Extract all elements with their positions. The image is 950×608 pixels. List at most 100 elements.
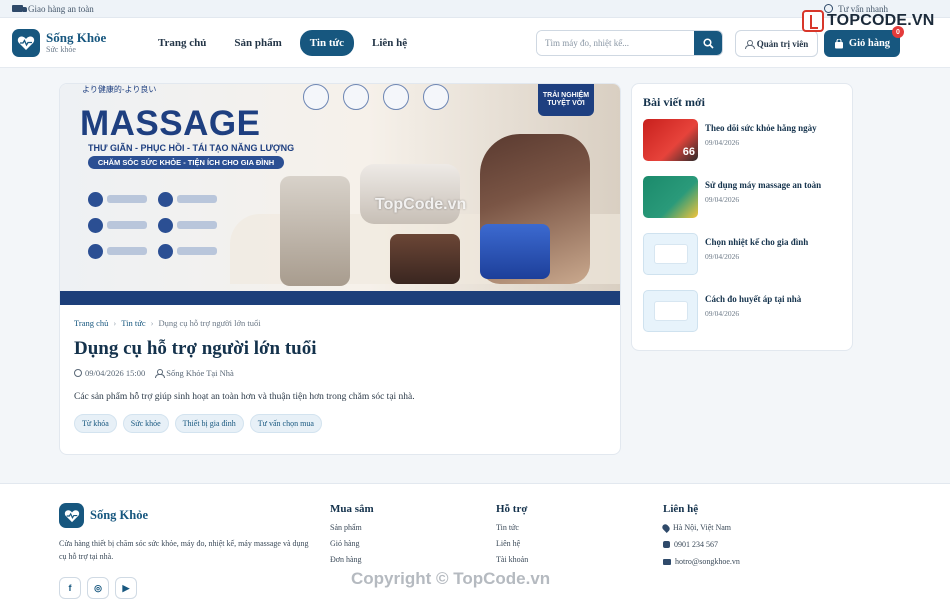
tag-item[interactable]: Thiết bị gia đình xyxy=(174,414,244,433)
mail-icon xyxy=(663,558,671,565)
tag-item[interactable]: Sức khỏe xyxy=(122,414,169,433)
post-title[interactable]: Sử dụng máy massage an toàn xyxy=(705,179,821,191)
user-icon xyxy=(744,39,755,49)
nav-home[interactable]: Trang chủ xyxy=(148,30,216,56)
author-icon xyxy=(155,369,166,378)
post-title[interactable]: Chọn nhiệt kế cho gia đình xyxy=(705,236,808,248)
footer-support-title: Hỗ trợ xyxy=(496,503,528,515)
copyright-watermark: Copyright © TopCode.vn xyxy=(351,569,551,588)
breadcrumb-home[interactable]: Trang chủ xyxy=(74,318,108,328)
hero-feature xyxy=(88,242,158,260)
tag-item[interactable]: Từ khóa xyxy=(74,414,117,433)
footer-link-news[interactable]: Tin tức xyxy=(496,523,528,532)
heart-pulse-icon xyxy=(12,28,40,57)
post-date: 09/04/2026 xyxy=(705,195,740,204)
social-links: f ◎ ▶ xyxy=(59,577,314,599)
hero-benefit-icon xyxy=(423,84,449,110)
admin-label: Quản trị viên xyxy=(756,38,809,49)
admin-button[interactable]: Quản trị viên xyxy=(735,30,818,57)
article-meta: 09/04/2026 15:00 Sống Khỏe Tại Nhà xyxy=(74,368,606,378)
hero-pill: CHĂM SÓC SỨC KHỎE - TIỆN ÍCH CHO GIA ĐÌN… xyxy=(88,156,284,169)
footer-link-cart[interactable]: Giỏ hàng xyxy=(330,539,374,548)
hero-bottom-band xyxy=(60,291,620,305)
tag-list: Từ khóa Sức khỏe Thiết bị gia đình Tư vấ… xyxy=(74,414,606,433)
heart-pulse-icon xyxy=(59,503,84,528)
cart-icon xyxy=(834,38,843,48)
post-date: 09/04/2026 xyxy=(705,138,740,147)
location-icon xyxy=(661,522,671,533)
search-input[interactable] xyxy=(537,31,694,55)
hero-foot-spa xyxy=(390,234,460,284)
article-card: より健康的-より良い MASSAGE THƯ GIÃN - PHỤC HỒI -… xyxy=(59,83,621,455)
footer-link-products[interactable]: Sản phẩm xyxy=(330,523,374,532)
facebook-icon[interactable]: f xyxy=(59,577,81,599)
footer-email[interactable]: hotro@songkhoe.vn xyxy=(675,557,740,566)
footer-support-column: Hỗ trợ Tin tức Liên hệ Tài khoản xyxy=(496,503,528,571)
article-hero-image: より健康的-より良い MASSAGE THƯ GIÃN - PHỤC HỒI -… xyxy=(60,84,620,305)
nav-news[interactable]: Tin tức xyxy=(299,29,354,56)
hero-benefit-icon xyxy=(383,84,409,110)
topcode-logo-text: TOPCODE.VN xyxy=(827,12,935,29)
post-title[interactable]: Theo dõi sức khỏe hằng ngày xyxy=(705,122,817,134)
recent-posts-sidebar: Bài viết mới 66 Theo dõi sức khỏe hằng n… xyxy=(631,83,853,351)
clock-icon xyxy=(74,369,82,377)
footer-shop-title: Mua sắm xyxy=(330,503,374,515)
site-footer: Sống Khỏe Cửa hàng thiết bị chăm sóc sức… xyxy=(0,483,950,608)
recent-post-item[interactable]: Chọn nhiệt kế cho gia đình 09/04/2026 xyxy=(643,233,841,276)
hero-badge: TRẢI NGHIỆM TUYỆT VỜI xyxy=(538,84,594,116)
post-title[interactable]: Cách đo huyết áp tại nhà xyxy=(705,293,801,305)
article-author: Sống Khỏe Tại Nhà xyxy=(166,368,234,378)
hero-feature xyxy=(158,216,228,234)
youtube-icon[interactable]: ▶ xyxy=(115,577,137,599)
post-thumbnail[interactable] xyxy=(643,290,698,332)
nav-products[interactable]: Sản phẩm xyxy=(224,30,291,56)
post-date: 09/04/2026 xyxy=(705,309,740,318)
breadcrumb-current: Dụng cụ hỗ trợ người lớn tuổi xyxy=(158,318,261,328)
delivery-info: Giao hàng an toàn xyxy=(12,4,94,14)
footer-brand: Sống Khỏe Cửa hàng thiết bị chăm sóc sức… xyxy=(59,503,314,599)
search-button[interactable] xyxy=(694,31,722,55)
recent-post-item[interactable]: Cách đo huyết áp tại nhà 09/04/2026 xyxy=(643,290,841,333)
recent-post-item[interactable]: Sử dụng máy massage an toàn 09/04/2026 xyxy=(643,176,841,219)
phone-icon xyxy=(663,541,670,548)
recent-post-item[interactable]: 66 Theo dõi sức khỏe hằng ngày 09/04/2026 xyxy=(643,119,841,162)
hero-subtitle: THƯ GIÃN - PHỤC HỒI - TÁI TẠO NĂNG LƯỢNG xyxy=(88,143,295,153)
hero-benefit-icon xyxy=(303,84,329,110)
article-description: Các sản phẩm hỗ trợ giúp sinh hoạt an to… xyxy=(74,392,415,402)
tag-item[interactable]: Tư vấn chọn mua xyxy=(249,414,322,433)
brand-name: Sống Khỏe xyxy=(46,29,107,45)
brand-tagline: Sức khỏe xyxy=(46,44,76,54)
article-date: 09/04/2026 15:00 xyxy=(85,368,146,378)
footer-contact-column: Liên hệ Hà Nội, Việt Nam 0901 234 567 ho… xyxy=(661,503,740,574)
breadcrumb-separator: › xyxy=(150,318,154,328)
footer-link-contact[interactable]: Liên hệ xyxy=(496,539,528,548)
hero-foot-massager xyxy=(480,224,550,279)
article-title: Dụng cụ hỗ trợ người lớn tuổi xyxy=(74,338,317,359)
footer-link-account[interactable]: Tài khoản xyxy=(496,555,528,564)
post-thumbnail[interactable] xyxy=(643,176,698,218)
nav-contact[interactable]: Liên hệ xyxy=(362,30,417,56)
post-thumbnail[interactable] xyxy=(643,233,698,275)
hero-title: MASSAGE xyxy=(80,104,261,143)
search-icon xyxy=(702,37,714,49)
main-nav: Trang chủ Sản phẩm Tin tức Liên hệ xyxy=(148,29,417,56)
hero-benefit-icon xyxy=(343,84,369,110)
footer-description: Cửa hàng thiết bị chăm sóc sức khỏe, máy… xyxy=(59,539,309,561)
cart-label: Giỏ hàng xyxy=(848,38,891,49)
breadcrumb: Trang chủ › Tin tức › Dụng cụ hỗ trợ ngư… xyxy=(74,318,606,328)
breadcrumb-news[interactable]: Tin tức xyxy=(121,318,145,328)
cart-button[interactable]: Giỏ hàng 0 xyxy=(824,26,904,57)
breadcrumb-separator: › xyxy=(113,318,117,328)
footer-link-orders[interactable]: Đơn hàng xyxy=(330,555,374,564)
truck-icon xyxy=(12,5,27,12)
footer-contact-title: Liên hệ xyxy=(663,503,699,515)
footer-logo[interactable]: Sống Khỏe xyxy=(59,503,314,528)
brand-logo[interactable]: Sống Khỏe Sức khỏe xyxy=(12,28,148,57)
instagram-icon[interactable]: ◎ xyxy=(87,577,109,599)
footer-phone[interactable]: 0901 234 567 xyxy=(674,540,718,549)
hero-feature xyxy=(158,190,228,208)
topcode-logo-icon xyxy=(802,10,824,32)
sidebar-title: Bài viết mới xyxy=(643,95,705,109)
topcode-watermark-logo: TOPCODE.VN xyxy=(802,10,935,32)
post-thumbnail[interactable]: 66 xyxy=(643,119,698,161)
